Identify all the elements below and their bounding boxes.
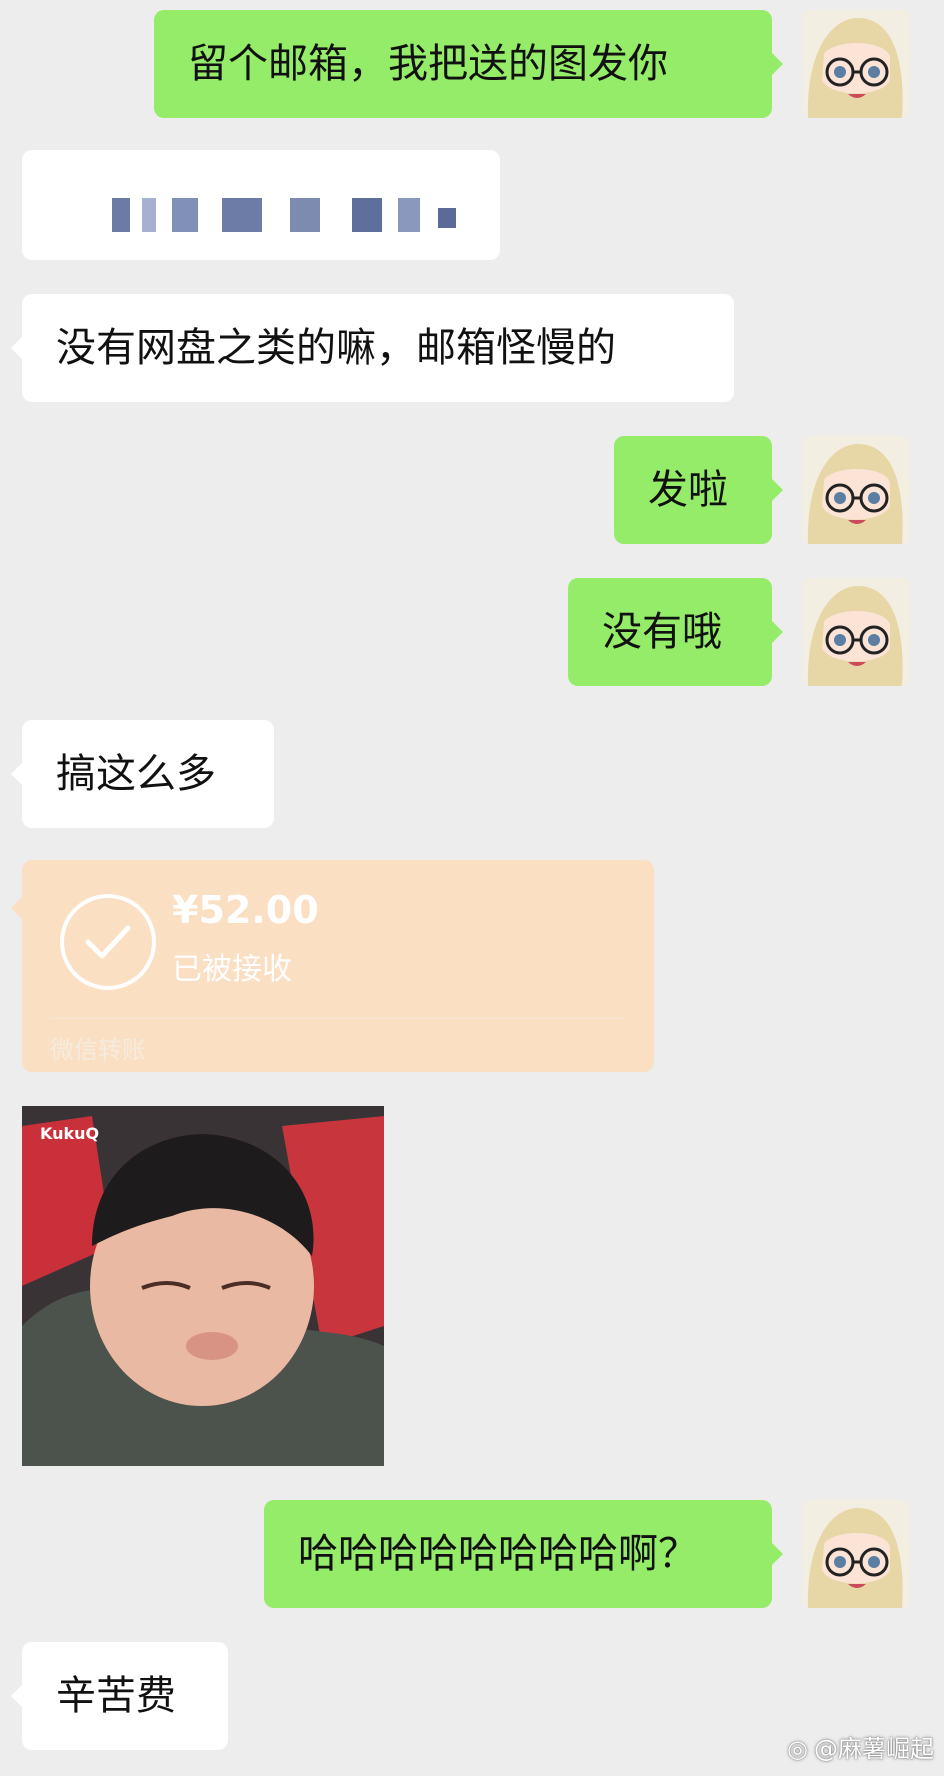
anime-avatar-icon — [802, 10, 910, 118]
transfer-source-label: 微信转账 — [50, 1036, 146, 1064]
transfer-status: 已被接收 — [172, 952, 292, 987]
message-bubble-incoming[interactable]: 辛苦费 — [11, 1642, 228, 1750]
watermark-text: @麻薯崛起 — [814, 1735, 934, 1763]
message-bubble-outgoing[interactable]: 没有哦 — [568, 578, 783, 686]
watermark: ◎ @麻薯崛起 — [787, 1729, 934, 1764]
transfer-amount: ¥52.00 — [172, 888, 319, 932]
weibo-icon: ◎ — [787, 1735, 808, 1763]
anime-avatar-icon — [802, 436, 910, 544]
anime-avatar-icon — [802, 1500, 910, 1608]
avatar-self[interactable] — [802, 436, 910, 544]
divider — [50, 1018, 626, 1019]
anime-avatar-icon — [802, 578, 910, 686]
message-bubble-outgoing[interactable]: 发啦 — [614, 436, 783, 544]
message-bubble-outgoing[interactable]: 留个邮箱，我把送的图发你 — [154, 10, 783, 118]
message-bubble-outgoing[interactable]: 哈哈哈哈哈哈哈哈啊？ — [264, 1500, 783, 1608]
message-bubble-incoming[interactable]: 没有网盘之类的嘛，邮箱怪慢的 — [11, 294, 734, 402]
sticker-image[interactable]: KukuQ — [22, 1106, 384, 1466]
redacted-message[interactable] — [22, 150, 500, 260]
avatar-self[interactable] — [802, 10, 910, 118]
sticker-photo — [22, 1106, 384, 1466]
message-bubble-incoming[interactable]: 搞这么多 — [11, 720, 274, 828]
check-circle-icon — [60, 894, 156, 990]
sticker-watermark: KukuQ — [40, 1124, 100, 1143]
avatar-self[interactable] — [802, 1500, 910, 1608]
transfer-card[interactable]: ¥52.00 已被接收 微信转账 — [11, 860, 654, 1072]
avatar-self[interactable] — [802, 578, 910, 686]
